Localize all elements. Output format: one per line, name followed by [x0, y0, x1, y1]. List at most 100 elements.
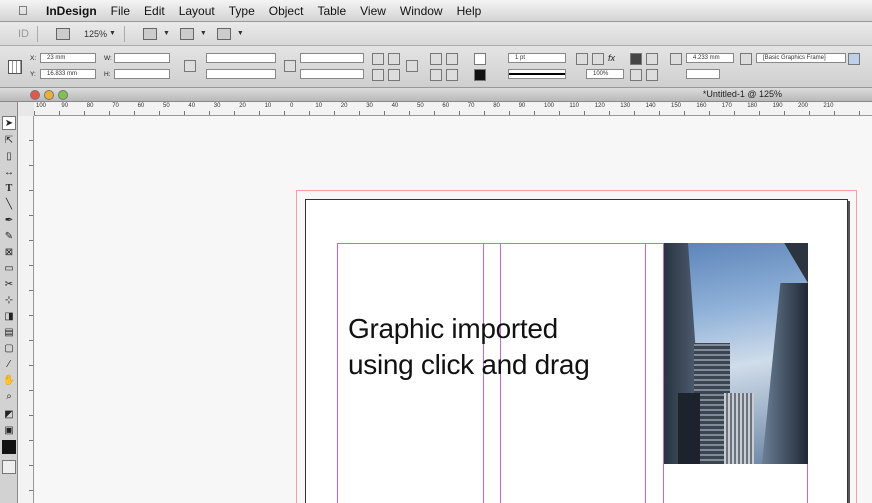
x-label: X: [30, 55, 37, 62]
select-previous-icon[interactable] [430, 69, 442, 81]
x-position-field[interactable]: 23 mm [40, 53, 96, 63]
chevron-down-icon[interactable]: ▼ [163, 30, 170, 37]
opacity-field[interactable]: 100% [586, 69, 624, 79]
frame-alignment-select[interactable] [686, 69, 720, 79]
menu-edit[interactable]: Edit [144, 4, 165, 18]
reference-point-icon[interactable] [8, 60, 22, 74]
rectangle-tool-icon[interactable]: ▭ [2, 262, 16, 276]
screen-mode-icon[interactable] [179, 27, 194, 40]
select-content-icon[interactable] [446, 53, 458, 65]
width-field[interactable] [114, 53, 170, 63]
fitting-icon[interactable] [630, 53, 642, 65]
ruler-tick-label: 60 [137, 103, 145, 109]
ruler-tick-label: 210 [823, 103, 834, 109]
constrain-proportions-icon[interactable] [184, 60, 196, 72]
formatting-affects-icon[interactable]: ▣ [2, 424, 16, 438]
menu-file[interactable]: File [111, 4, 130, 18]
select-container-icon[interactable] [430, 53, 442, 65]
constrain-scale-icon[interactable] [284, 60, 296, 72]
fit-frame-icon[interactable] [646, 53, 658, 65]
ruler-tick-label: 10 [315, 103, 323, 109]
zoom-window-icon[interactable] [58, 90, 68, 100]
menu-window[interactable]: Window [400, 4, 443, 18]
placed-graphic-skyscrapers[interactable] [664, 243, 808, 464]
type-tool-icon[interactable]: T [2, 182, 16, 196]
screen-mode-icon[interactable] [2, 460, 16, 474]
ruler-tick-label: 40 [188, 103, 196, 109]
ruler-tick-label: 80 [86, 103, 94, 109]
close-window-icon[interactable] [30, 90, 40, 100]
stroke-weight-field[interactable]: 1 pt [508, 53, 566, 63]
ruler-tick-label: 150 [671, 103, 682, 109]
w-label: W: [104, 55, 112, 62]
text-frame-line-2[interactable]: using click and drag [348, 349, 590, 381]
rectangle-frame-tool-icon[interactable]: ⊠ [2, 246, 16, 260]
menu-layout[interactable]: Layout [179, 4, 215, 18]
fit-content-icon[interactable] [630, 69, 642, 81]
y-position-field[interactable]: 16.833 mm [40, 69, 96, 79]
effects-icon[interactable]: fx [608, 53, 620, 65]
text-frame-line-1[interactable]: Graphic imported [348, 313, 558, 345]
chevron-down-icon[interactable] [848, 53, 860, 65]
menu-table[interactable]: Table [317, 4, 346, 18]
page-tool-icon[interactable]: ▯ [2, 150, 16, 164]
note-tool-icon[interactable]: ▢ [2, 342, 16, 356]
app-menu[interactable]: InDesign [46, 4, 97, 18]
ruler-tick-label: 190 [772, 103, 783, 109]
tools-panel: ➤ ⇱ ▯ ↔ T ╲ ✒ ✎ ⊠ ▭ ✂ ⊹ ◨ ▤ ▢ ⁄ ✋ ⌕ ◩ ▣ [0, 102, 18, 503]
eyedropper-tool-icon[interactable]: ⁄ [2, 358, 16, 372]
apply-color-icon[interactable] [2, 440, 16, 454]
scale-y-field[interactable] [206, 69, 276, 79]
line-tool-icon[interactable]: ╲ [2, 198, 16, 212]
object-style-select[interactable]: [Basic Graphics Frame] [756, 53, 846, 63]
rotate-cw-icon[interactable] [372, 53, 384, 65]
gap-tool-icon[interactable]: ↔ [2, 166, 16, 180]
arrange-documents-icon[interactable] [216, 27, 231, 40]
zoom-tool-icon[interactable]: ⌕ [2, 390, 16, 404]
rotation-field[interactable] [300, 53, 364, 63]
shear-field[interactable] [300, 69, 364, 79]
minimize-window-icon[interactable] [44, 90, 54, 100]
view-options-icon[interactable] [142, 27, 157, 40]
select-next-icon[interactable] [446, 69, 458, 81]
gradient-swatch-tool-icon[interactable]: ◨ [2, 310, 16, 324]
bridge-icon[interactable] [56, 27, 70, 40]
ruler-tick-label: 130 [620, 103, 631, 109]
menu-object[interactable]: Object [269, 4, 304, 18]
horizontal-ruler[interactable]: 100 90 80 70 60 50 40 30 20 10 0 10 20 30 40 50 60 70 80 90… [34, 102, 872, 116]
fill-swatch-icon[interactable] [474, 53, 486, 65]
vertical-ruler[interactable] [18, 116, 34, 503]
selection-tool-icon[interactable]: ➤ [2, 116, 16, 130]
drop-shadow-icon[interactable] [592, 53, 604, 65]
free-transform-tool-icon[interactable]: ⊹ [2, 294, 16, 308]
ruler-tick-label: 70 [467, 103, 475, 109]
stroke-type-select[interactable] [508, 69, 566, 79]
flip-horizontal-icon[interactable] [372, 69, 384, 81]
menu-view[interactable]: View [360, 4, 386, 18]
height-field[interactable] [114, 69, 170, 79]
pen-tool-icon[interactable]: ✒ [2, 214, 16, 228]
menu-help[interactable]: Help [457, 4, 482, 18]
text-wrap-icon[interactable] [576, 53, 588, 65]
menu-type[interactable]: Type [229, 4, 255, 18]
chevron-down-icon[interactable]: ▼ [237, 30, 244, 37]
ruler-tick-label: 120 [594, 103, 605, 109]
chevron-down-icon[interactable]: ▼ [109, 30, 116, 37]
hand-tool-icon[interactable]: ✋ [2, 374, 16, 388]
flip-vertical-icon[interactable] [388, 69, 400, 81]
center-content-icon[interactable] [646, 69, 658, 81]
direct-selection-tool-icon[interactable]: ⇱ [2, 134, 16, 148]
align-icon[interactable] [670, 53, 682, 65]
chevron-down-icon[interactable]: ▼ [200, 30, 207, 37]
gradient-feather-tool-icon[interactable]: ▤ [2, 326, 16, 340]
rotate-ccw-icon[interactable] [388, 53, 400, 65]
scissors-tool-icon[interactable]: ✂ [2, 278, 16, 292]
divider [123, 25, 125, 42]
zoom-level[interactable]: 125% [84, 29, 107, 39]
stroke-swatch-icon[interactable] [474, 69, 486, 81]
dimension-field[interactable]: 4.233 mm [686, 53, 734, 63]
pencil-tool-icon[interactable]: ✎ [2, 230, 16, 244]
fill-stroke-icon[interactable]: ◩ [2, 408, 16, 422]
scale-x-field[interactable] [206, 53, 276, 63]
apple-menu-icon[interactable]:  [18, 3, 32, 18]
